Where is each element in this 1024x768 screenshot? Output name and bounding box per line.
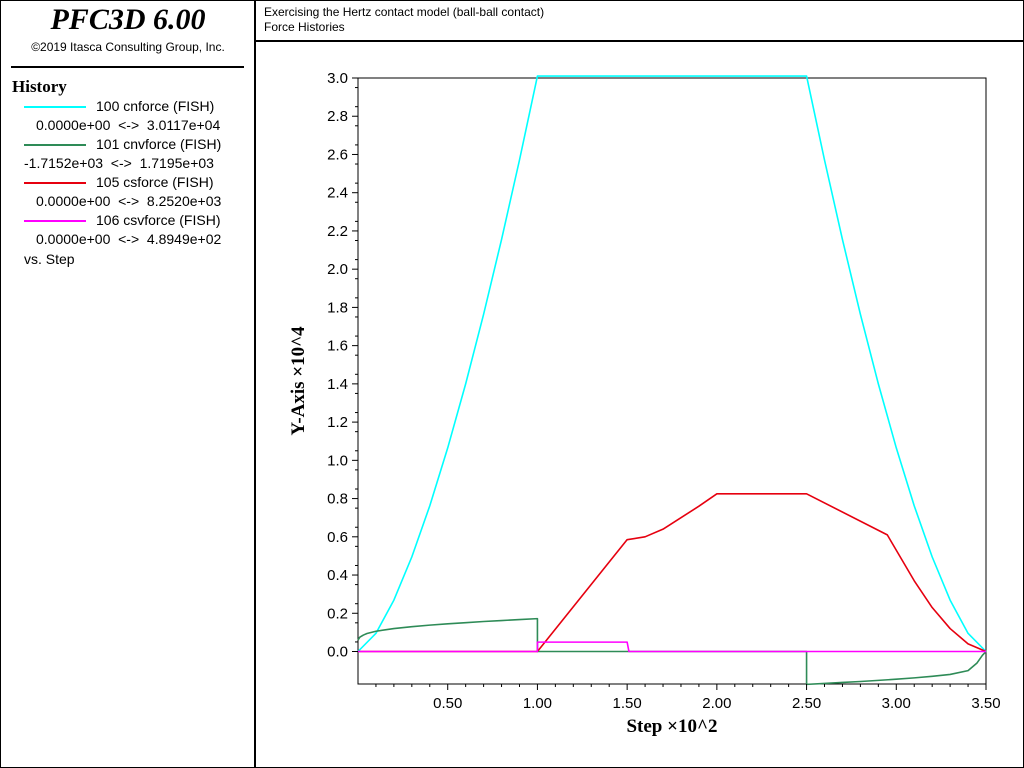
x-tick-label: 1.00 — [523, 695, 552, 712]
series-line-0 — [357, 75, 987, 653]
cnvforce-swatch — [24, 144, 86, 146]
y-tick-label: 2.8 — [327, 108, 348, 125]
history-label: 101 cnvforce (FISH) — [96, 136, 222, 152]
cnforce-swatch — [24, 106, 86, 108]
history-label: 106 csvforce (FISH) — [96, 212, 221, 228]
history-entry-cnvforce: 101 cnvforce (FISH) -1.7152e+03 <-> 1.71… — [0, 134, 256, 172]
legend-panel: PFC3D 6.00 ©2019 Itasca Consulting Group… — [0, 0, 256, 768]
plot-area-border — [357, 77, 987, 685]
y-tick-label: 1.6 — [327, 338, 348, 355]
x-tick-label: 2.00 — [702, 695, 731, 712]
history-label: 105 csforce (FISH) — [96, 174, 214, 190]
y-tick-label: 1.8 — [327, 299, 348, 316]
y-tick-label: 0.8 — [327, 491, 348, 508]
history-heading: History — [12, 77, 67, 96]
history-entry-cnforce: 100 cnforce (FISH) 0.0000e+00 <-> 3.0117… — [0, 96, 256, 134]
csvforce-swatch — [24, 220, 86, 222]
y-tick-label: 0.4 — [327, 567, 348, 584]
history-range: 0.0000e+00 <-> 3.0117e+04 — [36, 117, 221, 133]
y-tick-label: 3.0 — [327, 70, 348, 87]
series-line-2 — [358, 492, 987, 653]
y-tick-label: 0.6 — [327, 529, 348, 546]
history-range: -1.7152e+03 <-> 1.7195e+03 — [24, 155, 214, 171]
copyright-text: ©2019 Itasca Consulting Group, Inc. — [31, 40, 225, 54]
x-axis-label: Step ×10^2 — [626, 716, 717, 737]
y-tick-label: 1.4 — [327, 376, 348, 393]
plot-title: Exercising the Hertz contact model (ball… — [264, 5, 545, 19]
y-tick-label: 1.2 — [327, 414, 348, 431]
history-entry-csvforce: 106 csvforce (FISH) 0.0000e+00 <-> 4.894… — [0, 210, 256, 248]
y-tick-label: 2.6 — [327, 146, 348, 163]
history-label: 100 cnforce (FISH) — [96, 98, 215, 114]
y-tick-label: 0.2 — [327, 605, 348, 622]
x-tick-label: 3.50 — [971, 695, 1000, 712]
x-tick-label: 3.00 — [882, 695, 911, 712]
x-tick-label: 0.50 — [433, 695, 462, 712]
series-line-3 — [358, 641, 986, 653]
y-tick-label: 1.0 — [327, 452, 348, 469]
y-axis-label: Y-Axis ×10^4 — [288, 326, 309, 436]
y-tick-label: 2.4 — [327, 185, 348, 202]
vs-step-label: vs. Step — [24, 251, 75, 267]
history-entry-csforce: 105 csforce (FISH) 0.0000e+00 <-> 8.2520… — [0, 172, 256, 210]
y-tick-label: 2.2 — [327, 223, 348, 240]
csforce-swatch — [24, 182, 86, 184]
history-range: 0.0000e+00 <-> 4.8949e+02 — [36, 231, 222, 247]
x-tick-label: 2.50 — [792, 695, 821, 712]
force-history-chart: 0.0 0.2 0.4 0.6 0.8 1.0 1.2 1.4 1.6 1.8 2.0 2.2 2.4 2… — [288, 70, 1001, 737]
plot-subtitle: Force Histories — [264, 20, 345, 34]
app-title: PFC3D 6.00 — [50, 3, 206, 36]
x-tick-label: 1.50 — [613, 695, 642, 712]
plot-header: Exercising the Hertz contact model (ball… — [256, 0, 1024, 42]
y-tick-label: 0.0 — [327, 644, 348, 661]
history-range: 0.0000e+00 <-> 8.2520e+03 — [36, 193, 222, 209]
title-divider — [11, 66, 244, 68]
y-tick-label: 2.0 — [327, 261, 348, 278]
